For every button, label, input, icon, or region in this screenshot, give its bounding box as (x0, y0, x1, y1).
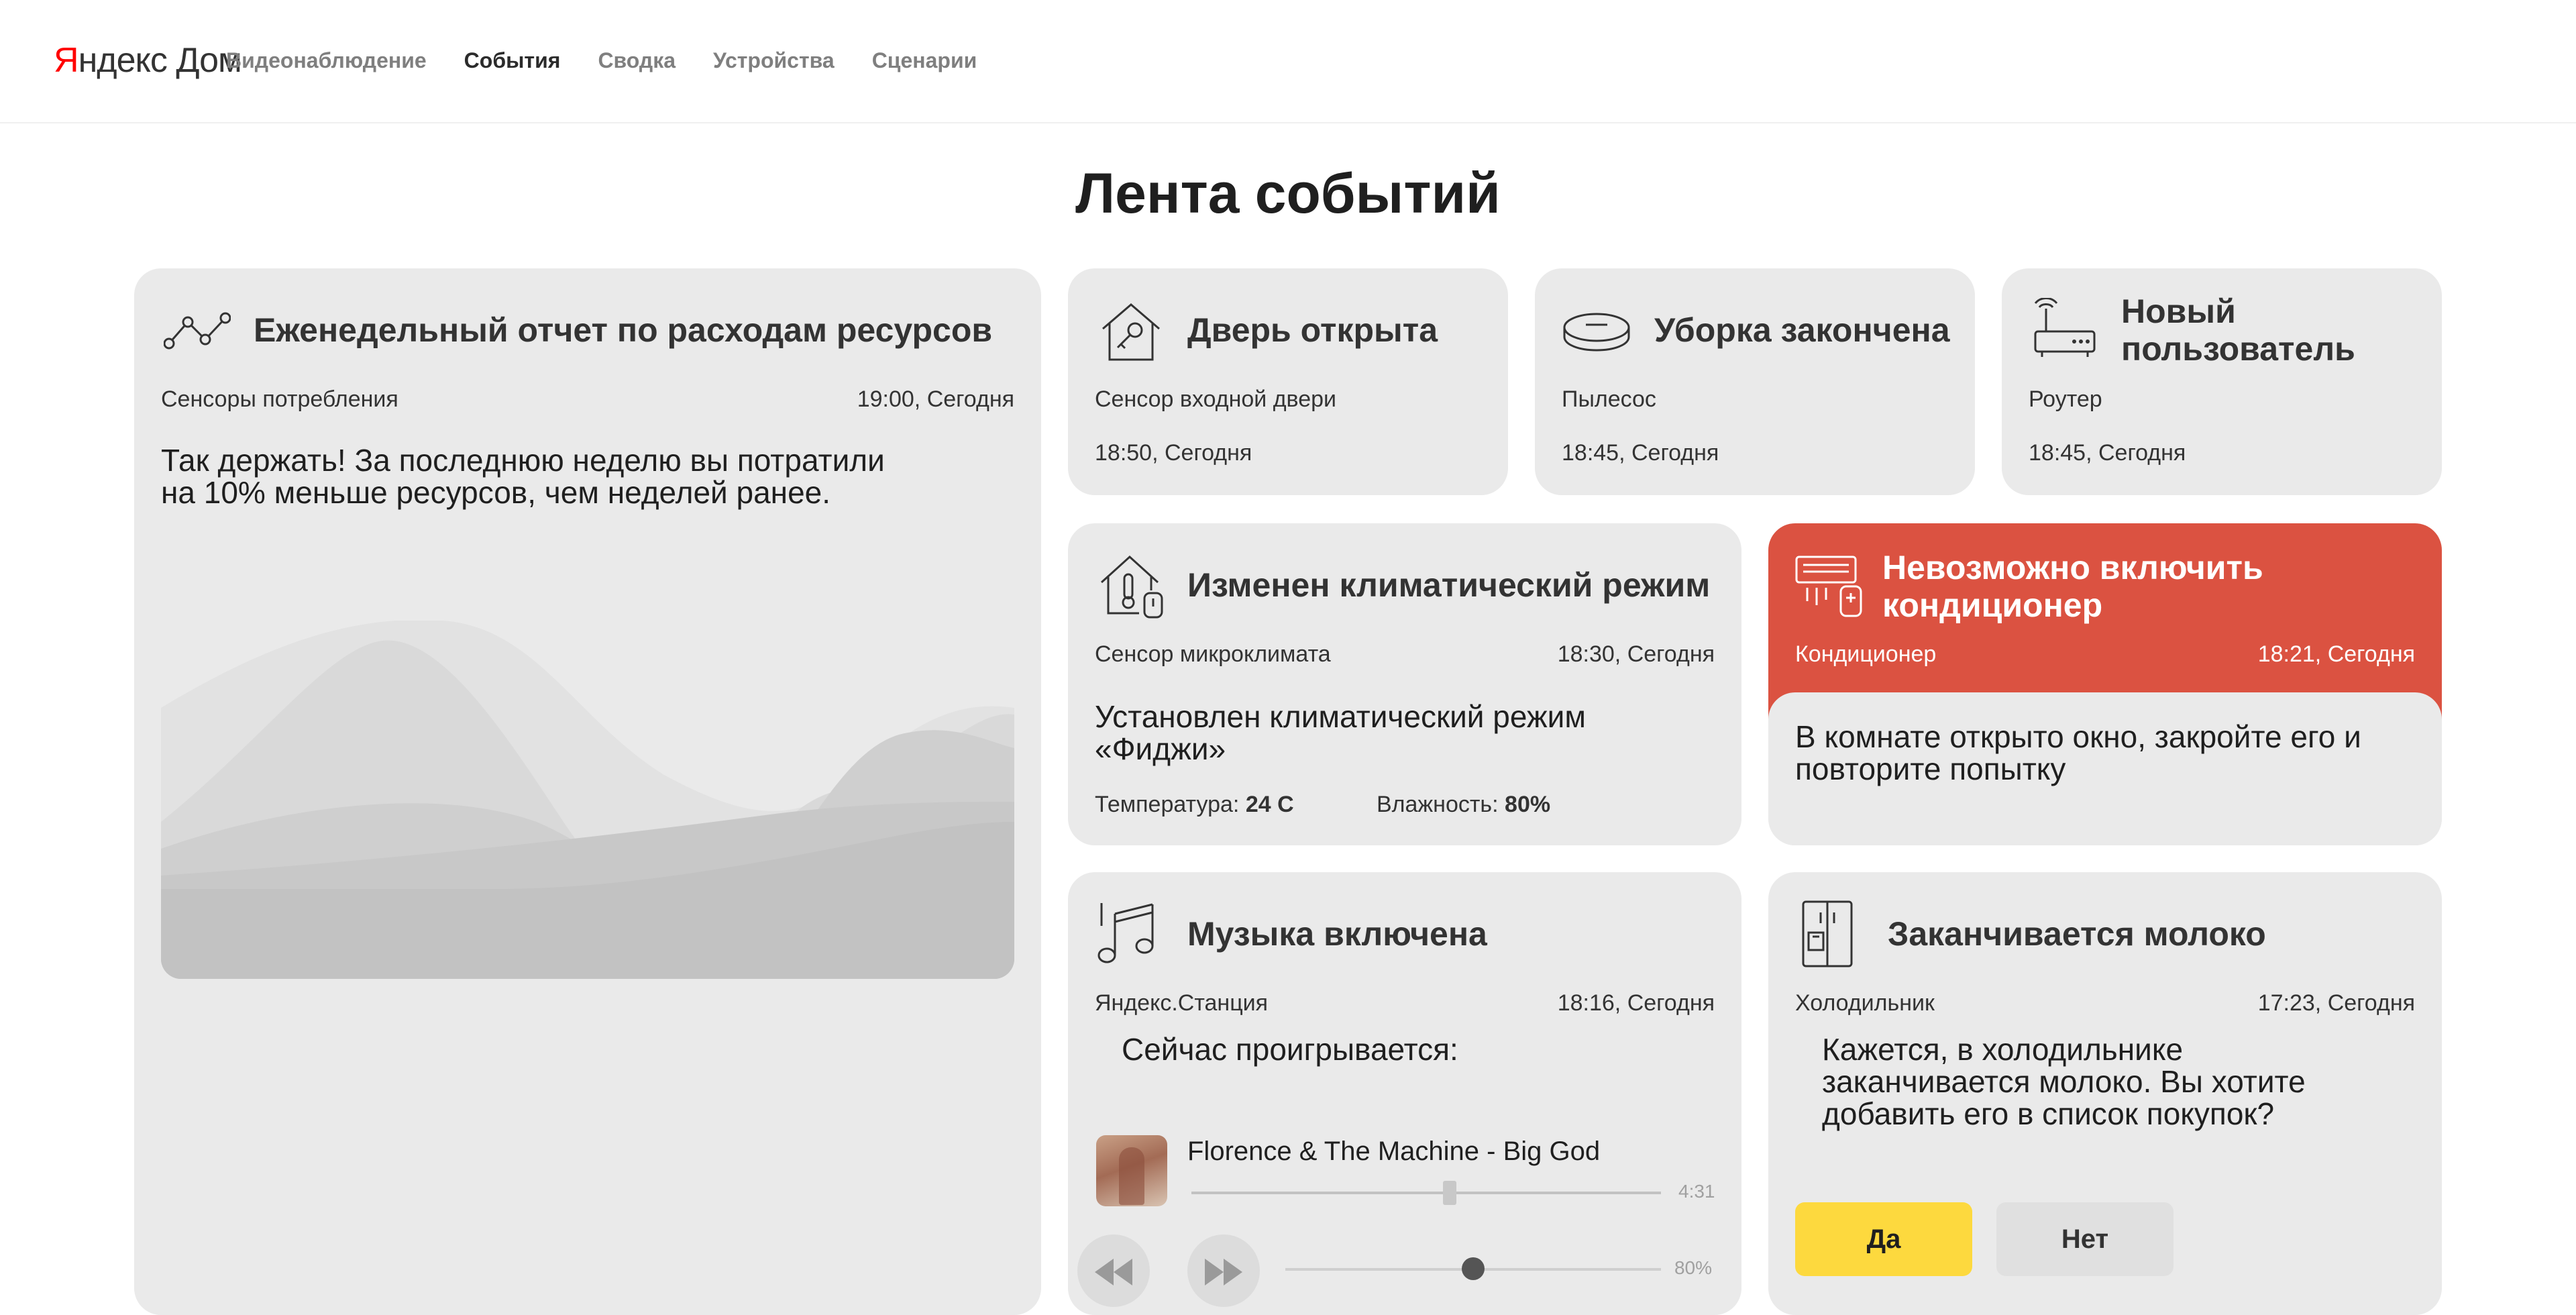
card-title: Музыка включена (1187, 915, 1487, 953)
house-thermometer-icon (1100, 555, 1163, 619)
humidity-readout: Влажность: 80% (1377, 792, 1551, 817)
card-door-opened[interactable]: Дверь открыта Сенсор входной двери 18:50… (1068, 268, 1508, 495)
nav-devices[interactable]: Устройства (713, 48, 835, 73)
page-title: Лента событий (1075, 162, 1501, 225)
card-source: Сенсор микроклимата (1095, 641, 1331, 667)
music-note-icon (1097, 903, 1154, 963)
card-time: 17:23, Сегодня (2257, 990, 2415, 1016)
track-progress-knob[interactable] (1443, 1181, 1456, 1205)
card-title: Уборка закончена (1654, 311, 1950, 349)
card-new-user[interactable]: Новый пользователь Роутер 18:45, Сегодня (2002, 268, 2442, 495)
card-title: Невозможно включить кондиционер (1882, 549, 2263, 624)
track-duration: 4:31 (1678, 1181, 1715, 1202)
card-climate-mode[interactable]: Изменен климатический режим Сенсор микро… (1068, 523, 1741, 845)
yandex-dom-logo[interactable]: Яндекс Дом (54, 40, 242, 81)
house-key-icon (1102, 303, 1160, 361)
card-title: Изменен климатический режим (1187, 566, 1711, 604)
volume-knob[interactable] (1462, 1257, 1485, 1280)
card-title: Новый пользователь (2121, 293, 2355, 368)
card-source: Пылесос (1562, 386, 1656, 412)
graph-icon (164, 312, 231, 350)
card-time: 18:45, Сегодня (1562, 440, 1719, 466)
temperature-readout: Температура: 24 С (1095, 792, 1294, 817)
card-time: 18:16, Сегодня (1557, 990, 1715, 1016)
card-title: Заканчивается молоко (1888, 915, 2266, 953)
rewind-icon (1095, 1259, 1132, 1285)
card-body-text: В комнате открыто окно, закройте его и п… (1795, 719, 2361, 786)
card-music-playing[interactable]: Музыка включена Яндекс.Станция 18:16, Се… (1068, 872, 1741, 1315)
card-time: 18:45, Сегодня (2029, 440, 2186, 466)
card-milk-running-out[interactable]: Заканчивается молоко Холодильник 17:23, … (1768, 872, 2442, 1315)
forward-button[interactable] (1187, 1234, 1260, 1307)
volume-slider[interactable] (1285, 1257, 1661, 1280)
fridge-icon (1802, 900, 1853, 967)
fast-forward-icon (1205, 1259, 1242, 1285)
top-header: Яндекс Дом Видеонаблюдение События Сводк… (0, 0, 2576, 123)
card-cleaning-finished[interactable]: Уборка закончена Пылесос 18:45, Сегодня (1535, 268, 1975, 495)
router-icon (2034, 298, 2096, 357)
air-conditioner-icon (1795, 556, 1862, 617)
yes-button[interactable]: Да (1795, 1202, 1972, 1276)
card-source: Кондиционер (1795, 641, 1937, 667)
nav-summary[interactable]: Сводка (598, 48, 676, 73)
robot-vacuum-icon (1563, 313, 1630, 352)
card-body-text: Кажется, в холодильнике заканчивается мо… (1822, 1032, 2306, 1131)
rewind-button[interactable] (1077, 1234, 1150, 1307)
card-weekly-report[interactable]: Еженедельный отчет по расходам ресурсов … (134, 268, 1041, 1315)
card-title: Еженедельный отчет по расходам ресурсов (254, 311, 993, 349)
card-time: 18:50, Сегодня (1095, 440, 1252, 466)
card-time: 18:30, Сегодня (1557, 641, 1715, 667)
track-progress-bar[interactable] (1191, 1181, 1661, 1205)
card-source: Яндекс.Станция (1095, 990, 1269, 1016)
card-body-text: Так держать! За последнюю неделю вы потр… (161, 443, 885, 510)
no-button[interactable]: Нет (1996, 1202, 2174, 1276)
resource-wave-chart (161, 621, 1014, 979)
card-source: Сенсор входной двери (1095, 386, 1337, 412)
album-cover (1096, 1135, 1167, 1206)
volume-value: 80% (1674, 1257, 1712, 1278)
card-ac-error[interactable]: Невозможно включить кондиционер Кондицио… (1768, 523, 2442, 845)
nav-scenarios[interactable]: Сценарии (872, 48, 977, 73)
card-title: Дверь открыта (1187, 311, 1438, 349)
nav-events[interactable]: События (464, 48, 561, 73)
card-time: 18:21, Сегодня (2257, 641, 2415, 667)
card-body-text: Установлен климатический режим «Фиджи» (1095, 699, 1586, 766)
card-source: Холодильник (1795, 990, 1935, 1016)
track-title: Florence & The Machine - Big God (1187, 1137, 1601, 1166)
card-time: 19:00, Сегодня (857, 386, 1014, 412)
now-playing-label: Сейчас проигрывается: (1122, 1032, 1458, 1067)
card-source: Роутер (2029, 386, 2102, 412)
nav-video[interactable]: Видеонаблюдение (226, 48, 427, 73)
main-nav: Видеонаблюдение События Сводка Устройств… (226, 48, 977, 73)
card-source: Сенсоры потребления (161, 386, 398, 412)
